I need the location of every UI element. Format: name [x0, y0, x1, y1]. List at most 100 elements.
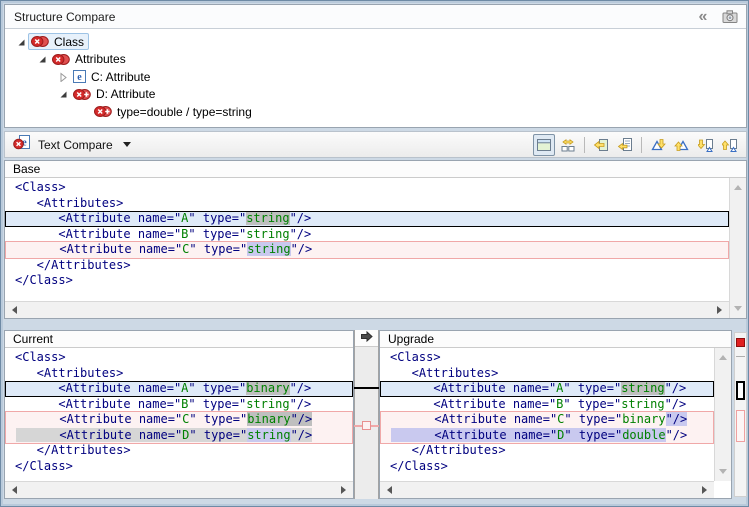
xml-text: <Attribute name=" [15, 211, 181, 225]
screenshot-icon[interactable] [720, 8, 740, 26]
diff-conflict-add-icon [94, 105, 112, 118]
xml-text: "/> [290, 397, 312, 411]
xml-text: " type=" [564, 428, 622, 442]
upgrade-code[interactable]: <Class> <Attributes> <Attribute name="A"… [380, 348, 714, 481]
tree-item-content[interactable]: type=double / type=string [91, 103, 257, 120]
tree-item-content[interactable]: D: Attribute [70, 86, 160, 103]
xml-text: <Attribute name=" [391, 428, 557, 442]
scroll-right-icon[interactable] [717, 306, 726, 314]
code-line: <Attribute name="C" type="binary"/> [381, 412, 713, 428]
current-pane-label: Current [5, 331, 353, 348]
copy-current-change-icon[interactable] [614, 134, 636, 156]
scroll-down-icon[interactable] [734, 306, 742, 315]
tree-item-content[interactable]: Class [28, 33, 89, 50]
xml-text: <Attribute name=" [390, 381, 556, 395]
scroll-left-icon[interactable] [8, 306, 17, 314]
copy-all-changes-icon[interactable] [590, 134, 612, 156]
scroll-left-icon[interactable] [8, 486, 17, 494]
compare-direction-header [355, 330, 378, 347]
base-vertical-scrollbar[interactable] [729, 178, 746, 318]
text-compare-toolbar: e Text Compare [4, 131, 747, 158]
swap-panes-icon[interactable] [557, 134, 579, 156]
upgrade-vertical-scrollbar[interactable] [714, 348, 731, 481]
current-code[interactable]: <Class> <Attributes> <Attribute name="A"… [5, 348, 353, 481]
text-compare-title-group[interactable]: e Text Compare [13, 134, 532, 155]
expander-expanded-icon[interactable] [34, 54, 49, 64]
code-line: </Attributes> [5, 443, 353, 459]
overview-selected-diff-marker[interactable] [736, 381, 745, 400]
previous-change-icon[interactable] [719, 134, 741, 156]
code-line: </Class> [380, 459, 714, 475]
base-pane-label: Base [5, 161, 746, 178]
scroll-down-icon[interactable] [719, 469, 727, 478]
base-code[interactable]: <Class> <Attributes> <Attribute name="A"… [5, 178, 729, 301]
code-line: <Attribute name="B" type="string"/> [5, 227, 729, 243]
expander-expanded-icon[interactable] [55, 89, 70, 99]
xml-text: " type=" [563, 397, 621, 411]
upgrade-horizontal-scrollbar[interactable] [380, 481, 714, 498]
code-line: <Attribute name="D" type="string"/> [6, 428, 352, 444]
xml-text: <Attributes> [390, 366, 498, 380]
attr-value: binary [247, 412, 290, 426]
attr-value: double [622, 428, 665, 442]
tree-item[interactable]: Attributes [5, 51, 746, 69]
xml-text: <Attribute name=" [391, 412, 557, 426]
code-line: <Attributes> [5, 366, 353, 382]
scroll-right-icon[interactable] [341, 486, 350, 494]
changed-block: <Attribute name="C" type="binary"/> <Att… [380, 411, 714, 444]
svg-text:e: e [77, 72, 82, 83]
xml-text: "/> [665, 381, 687, 395]
next-change-icon[interactable] [695, 134, 717, 156]
xml-text: </Class> [15, 459, 73, 473]
tree-item-content[interactable]: Attributes [49, 51, 131, 68]
xml-text: " type=" [563, 381, 621, 395]
tree-item[interactable]: type=double / type=string [5, 103, 746, 121]
attr-value: string [246, 397, 289, 411]
tree-item[interactable]: eC: Attribute [5, 68, 746, 86]
xml-text: " type=" [564, 412, 622, 426]
toggle-side-by-side-icon[interactable] [533, 134, 555, 156]
scroll-up-icon[interactable] [734, 181, 742, 190]
tree-item-content[interactable]: eC: Attribute [70, 68, 155, 85]
changed-block: <Attribute name="C" type="binary"/> <Att… [5, 411, 353, 444]
code-line: <Attribute name="A" type="string"/> [5, 211, 729, 227]
attr-value: string [621, 381, 664, 395]
tree-item-label: D: Attribute [96, 87, 155, 101]
base-horizontal-scrollbar[interactable] [5, 301, 729, 318]
xml-text: <Attribute name=" [16, 412, 182, 426]
upgrade-pane: Upgrade <Class> <Attributes> <Attribute … [379, 330, 732, 499]
xml-text: <Attribute name=" [16, 428, 182, 442]
xml-text: " type=" [188, 397, 246, 411]
expander-collapsed-icon[interactable] [55, 72, 70, 82]
chevron-down-icon[interactable] [123, 142, 131, 151]
base-pane: Base <Class> <Attributes> <Attribute nam… [4, 160, 747, 319]
scroll-left-icon[interactable] [383, 486, 392, 494]
attr-value: binary [622, 412, 665, 426]
code-line: <Class> [5, 350, 353, 366]
current-horizontal-scrollbar[interactable] [5, 481, 353, 498]
tree-item[interactable]: D: Attribute [5, 86, 746, 104]
xml-text: </Class> [15, 273, 73, 287]
overview-change-diff-marker[interactable] [736, 410, 745, 442]
xml-text: " type=" [188, 211, 246, 225]
previous-difference-icon[interactable] [671, 134, 693, 156]
scroll-right-icon[interactable] [702, 486, 711, 494]
diff-overview-ruler[interactable] [734, 332, 747, 497]
overview-summary-marker[interactable] [736, 338, 745, 347]
expander-expanded-icon[interactable] [13, 37, 28, 47]
next-difference-icon[interactable] [647, 134, 669, 156]
xml-text: <Attribute name=" [15, 227, 181, 241]
change-diff-handle[interactable] [362, 421, 371, 430]
selected-diff-connector[interactable] [354, 387, 379, 389]
attr-value: string [621, 397, 664, 411]
current-pane: Current <Class> <Attributes> <Attribute … [4, 330, 354, 499]
xml-text: <Class> [390, 350, 441, 364]
scroll-up-icon[interactable] [719, 351, 727, 360]
xml-text: "/> [291, 428, 313, 442]
tree-item[interactable]: Class [5, 33, 746, 51]
collapse-all-icon[interactable]: « [692, 8, 712, 26]
xml-text: <Attribute name=" [15, 397, 181, 411]
toolbar-separator [641, 137, 642, 153]
tree-item-label: type=double / type=string [117, 105, 252, 119]
structure-compare-header: Structure Compare « [5, 5, 746, 29]
